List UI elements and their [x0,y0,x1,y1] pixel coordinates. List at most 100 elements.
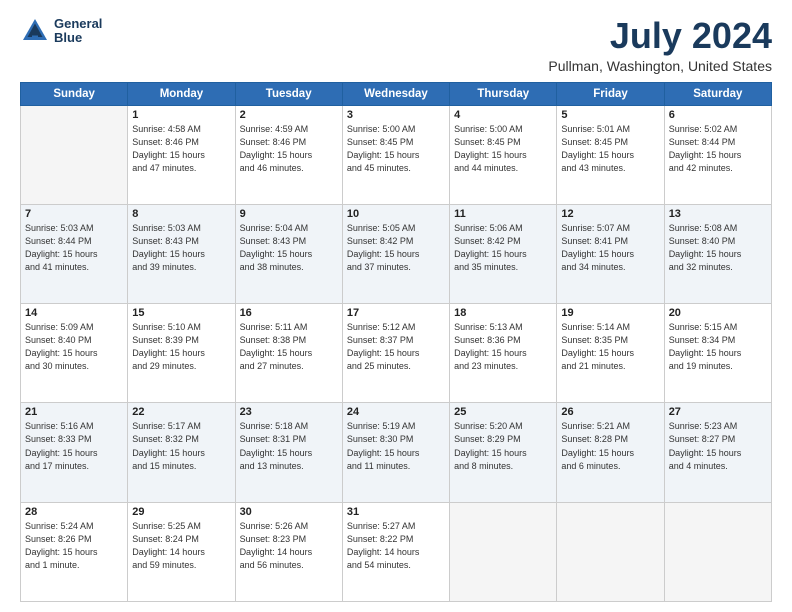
calendar-header-row: SundayMondayTuesdayWednesdayThursdayFrid… [21,82,772,105]
day-info: Sunrise: 5:08 AM Sunset: 8:40 PM Dayligh… [669,222,767,274]
calendar-week-row: 1Sunrise: 4:58 AM Sunset: 8:46 PM Daylig… [21,105,772,204]
calendar-cell: 18 Sunrise: 5:13 AM Sunset: 8:36 PM Dayli… [450,304,557,403]
day-number: 27 [669,406,767,418]
day-number: 20 [669,307,767,319]
col-header-saturday: Saturday [664,82,771,105]
day-info: Sunrise: 5:21 AM Sunset: 8:28 PM Dayligh… [561,420,659,472]
calendar-cell: 17 Sunrise: 5:12 AM Sunset: 8:37 PM Dayli… [342,304,449,403]
calendar-cell: 15 Sunrise: 5:10 AM Sunset: 8:39 PM Dayli… [128,304,235,403]
calendar-cell [21,105,128,204]
day-number: 3 [347,109,445,121]
calendar-week-row: 7 Sunrise: 5:03 AM Sunset: 8:44 PM Daylig… [21,204,772,303]
day-info: Sunrise: 5:09 AM Sunset: 8:40 PM Dayligh… [25,321,123,373]
day-number: 8 [132,208,230,220]
day-number: 22 [132,406,230,418]
calendar-cell: 29 Sunrise: 5:25 AM Sunset: 8:24 PM Dayli… [128,502,235,601]
calendar-cell: 2 Sunrise: 4:59 AM Sunset: 8:46 PM Daylig… [235,105,342,204]
day-number: 16 [240,307,338,319]
logo-text: General Blue [54,17,102,46]
day-number: 26 [561,406,659,418]
day-info: Sunrise: 5:19 AM Sunset: 8:30 PM Dayligh… [347,420,445,472]
calendar-cell: 31 Sunrise: 5:27 AM Sunset: 8:22 PM Dayli… [342,502,449,601]
day-number: 21 [25,406,123,418]
day-number: 4 [454,109,552,121]
day-info: Sunrise: 5:00 AM Sunset: 8:45 PM Dayligh… [454,123,552,175]
day-info: Sunrise: 5:10 AM Sunset: 8:39 PM Dayligh… [132,321,230,373]
day-info: Sunrise: 5:03 AM Sunset: 8:43 PM Dayligh… [132,222,230,274]
logo: General Blue [20,16,102,46]
day-number: 12 [561,208,659,220]
day-info: Sunrise: 5:25 AM Sunset: 8:24 PM Dayligh… [132,520,230,572]
calendar-cell: 7 Sunrise: 5:03 AM Sunset: 8:44 PM Daylig… [21,204,128,303]
calendar-cell: 28 Sunrise: 5:24 AM Sunset: 8:26 PM Dayli… [21,502,128,601]
day-number: 11 [454,208,552,220]
logo-line1: General [54,17,102,31]
day-info: Sunrise: 5:16 AM Sunset: 8:33 PM Dayligh… [25,420,123,472]
calendar-cell: 19Sunrise: 5:14 AM Sunset: 8:35 PM Dayli… [557,304,664,403]
day-info: Sunrise: 5:17 AM Sunset: 8:32 PM Dayligh… [132,420,230,472]
calendar-cell: 22 Sunrise: 5:17 AM Sunset: 8:32 PM Dayli… [128,403,235,502]
day-number: 2 [240,109,338,121]
page: General Blue July 2024 Pullman, Washingt… [0,0,792,612]
day-number: 15 [132,307,230,319]
calendar-cell: 21 Sunrise: 5:16 AM Sunset: 8:33 PM Dayli… [21,403,128,502]
day-info: Sunrise: 5:23 AM Sunset: 8:27 PM Dayligh… [669,420,767,472]
day-number: 13 [669,208,767,220]
day-number: 31 [347,506,445,518]
day-info: Sunrise: 5:05 AM Sunset: 8:42 PM Dayligh… [347,222,445,274]
col-header-sunday: Sunday [21,82,128,105]
day-number: 17 [347,307,445,319]
day-number: 9 [240,208,338,220]
month-title: July 2024 [548,16,772,56]
day-info: Sunrise: 4:59 AM Sunset: 8:46 PM Dayligh… [240,123,338,175]
logo-icon [20,16,50,46]
day-number: 18 [454,307,552,319]
day-info: Sunrise: 5:00 AM Sunset: 8:45 PM Dayligh… [347,123,445,175]
calendar-cell: 27 Sunrise: 5:23 AM Sunset: 8:27 PM Dayli… [664,403,771,502]
day-number: 14 [25,307,123,319]
calendar-week-row: 28 Sunrise: 5:24 AM Sunset: 8:26 PM Dayli… [21,502,772,601]
calendar-cell: 9Sunrise: 5:04 AM Sunset: 8:43 PM Daylig… [235,204,342,303]
col-header-thursday: Thursday [450,82,557,105]
calendar-cell: 8 Sunrise: 5:03 AM Sunset: 8:43 PM Daylig… [128,204,235,303]
calendar-cell: 1Sunrise: 4:58 AM Sunset: 8:46 PM Daylig… [128,105,235,204]
col-header-tuesday: Tuesday [235,82,342,105]
title-block: July 2024 Pullman, Washington, United St… [548,16,772,74]
day-info: Sunrise: 5:13 AM Sunset: 8:36 PM Dayligh… [454,321,552,373]
calendar-cell: 30Sunrise: 5:26 AM Sunset: 8:23 PM Dayli… [235,502,342,601]
calendar-cell [664,502,771,601]
calendar-cell: 4 Sunrise: 5:00 AM Sunset: 8:45 PM Daylig… [450,105,557,204]
calendar-cell: 13 Sunrise: 5:08 AM Sunset: 8:40 PM Dayli… [664,204,771,303]
calendar-cell: 20 Sunrise: 5:15 AM Sunset: 8:34 PM Dayli… [664,304,771,403]
day-info: Sunrise: 5:27 AM Sunset: 8:22 PM Dayligh… [347,520,445,572]
logo-line2: Blue [54,31,102,45]
day-number: 28 [25,506,123,518]
day-info: Sunrise: 4:58 AM Sunset: 8:46 PM Dayligh… [132,123,230,175]
calendar-cell: 24 Sunrise: 5:19 AM Sunset: 8:30 PM Dayli… [342,403,449,502]
calendar-week-row: 14 Sunrise: 5:09 AM Sunset: 8:40 PM Dayli… [21,304,772,403]
calendar-cell: 23Sunrise: 5:18 AM Sunset: 8:31 PM Dayli… [235,403,342,502]
calendar-cell [557,502,664,601]
day-info: Sunrise: 5:15 AM Sunset: 8:34 PM Dayligh… [669,321,767,373]
calendar-cell: 10Sunrise: 5:05 AM Sunset: 8:42 PM Dayli… [342,204,449,303]
day-info: Sunrise: 5:02 AM Sunset: 8:44 PM Dayligh… [669,123,767,175]
day-number: 29 [132,506,230,518]
col-header-wednesday: Wednesday [342,82,449,105]
day-info: Sunrise: 5:24 AM Sunset: 8:26 PM Dayligh… [25,520,123,572]
day-number: 24 [347,406,445,418]
day-number: 7 [25,208,123,220]
day-info: Sunrise: 5:11 AM Sunset: 8:38 PM Dayligh… [240,321,338,373]
day-info: Sunrise: 5:12 AM Sunset: 8:37 PM Dayligh… [347,321,445,373]
day-number: 6 [669,109,767,121]
day-info: Sunrise: 5:07 AM Sunset: 8:41 PM Dayligh… [561,222,659,274]
calendar-cell: 26 Sunrise: 5:21 AM Sunset: 8:28 PM Dayli… [557,403,664,502]
day-info: Sunrise: 5:20 AM Sunset: 8:29 PM Dayligh… [454,420,552,472]
calendar-week-row: 21 Sunrise: 5:16 AM Sunset: 8:33 PM Dayli… [21,403,772,502]
col-header-friday: Friday [557,82,664,105]
day-info: Sunrise: 5:14 AM Sunset: 8:35 PM Dayligh… [561,321,659,373]
day-number: 25 [454,406,552,418]
col-header-monday: Monday [128,82,235,105]
calendar-cell: 25 Sunrise: 5:20 AM Sunset: 8:29 PM Dayli… [450,403,557,502]
day-info: Sunrise: 5:03 AM Sunset: 8:44 PM Dayligh… [25,222,123,274]
day-number: 23 [240,406,338,418]
